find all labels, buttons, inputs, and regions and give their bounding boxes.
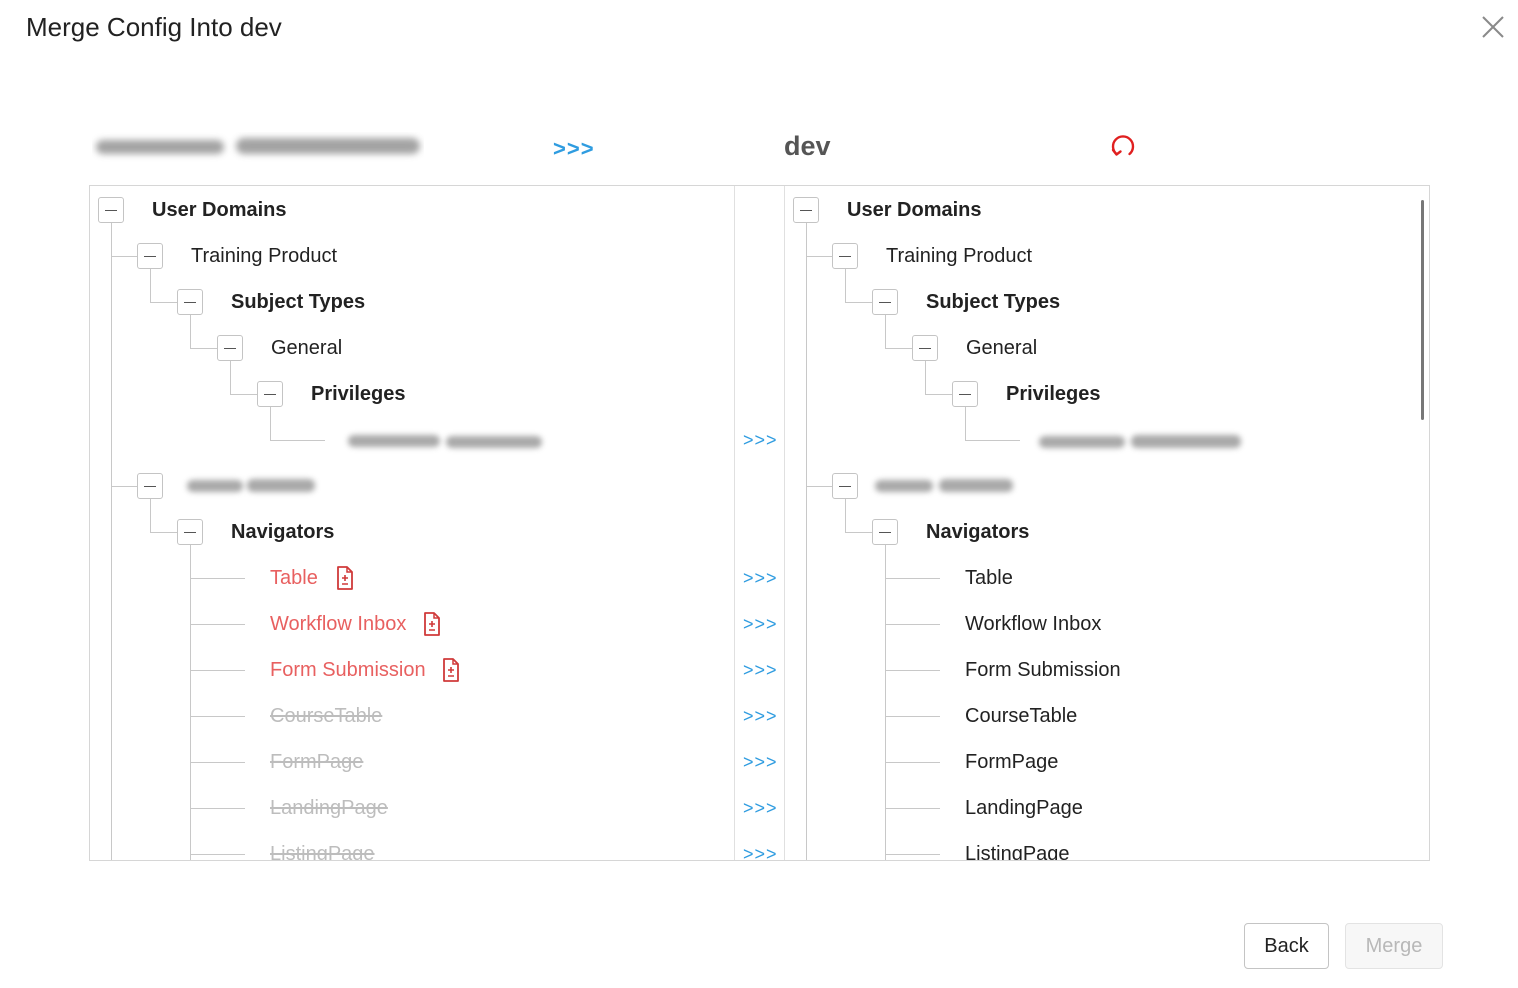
redacted-domain xyxy=(187,476,317,496)
tree-node-subject-types: Subject Types xyxy=(231,291,366,313)
collapse-redacted-domain[interactable] xyxy=(137,473,163,499)
dialog-title: Merge Config Into dev xyxy=(26,12,282,42)
document-diff-icon[interactable] xyxy=(335,566,355,590)
collapse-subject-types[interactable] xyxy=(177,289,203,315)
collapse-training-product[interactable] xyxy=(137,243,163,269)
collapse-privileges[interactable] xyxy=(257,381,283,407)
tree-item[interactable]: CourseTable xyxy=(270,704,382,728)
source-tree: User Domains Training Product Subject Ty… xyxy=(90,186,734,860)
tree-item: CourseTable xyxy=(965,705,1078,727)
collapse-general[interactable] xyxy=(217,335,243,361)
refresh-icon[interactable] xyxy=(1108,132,1138,162)
back-button[interactable]: Back xyxy=(1244,923,1329,969)
redacted-privilege xyxy=(1039,432,1243,452)
tree-node-user-domains: User Domains xyxy=(152,199,287,221)
tree-item[interactable]: ListingPage xyxy=(270,842,375,860)
document-diff-icon[interactable] xyxy=(422,612,442,636)
tree-node-training-product: Training Product xyxy=(886,245,1032,267)
merge-row-arrow[interactable]: >>> xyxy=(743,660,778,681)
merge-row-arrow[interactable]: >>> xyxy=(743,568,778,589)
collapse-general[interactable] xyxy=(912,335,938,361)
tree-node-general: General xyxy=(271,337,343,359)
collapse-subject-types[interactable] xyxy=(872,289,898,315)
collapse-user-domains[interactable] xyxy=(98,197,124,223)
close-icon[interactable] xyxy=(1478,12,1508,42)
merge-row-arrow[interactable]: >>> xyxy=(743,844,778,860)
tree-node-navigators: Navigators xyxy=(926,521,1030,543)
tree-node-privileges: Privileges xyxy=(311,383,406,405)
tree-node-navigators: Navigators xyxy=(231,521,335,543)
collapse-training-product[interactable] xyxy=(832,243,858,269)
collapse-redacted-domain[interactable] xyxy=(832,473,858,499)
tree-item[interactable]: Table xyxy=(270,566,318,590)
merge-row-arrow[interactable]: >>> xyxy=(743,752,778,773)
collapse-navigators[interactable] xyxy=(872,519,898,545)
merge-all-arrow[interactable]: >>> xyxy=(553,136,595,162)
tree-node-privileges: Privileges xyxy=(1006,383,1101,405)
tree-item: Table xyxy=(965,567,1013,589)
tree-item[interactable]: FormPage xyxy=(270,750,363,774)
merge-row-arrow[interactable]: >>> xyxy=(743,614,778,635)
tree-item: ListingPage xyxy=(965,843,1070,860)
tree-item[interactable]: Workflow Inbox xyxy=(270,612,406,636)
tree-item[interactable]: LandingPage xyxy=(270,796,388,820)
tree-item: LandingPage xyxy=(965,797,1083,819)
tree-item: Form Submission xyxy=(965,659,1121,681)
redacted-domain xyxy=(875,476,1015,496)
collapse-user-domains[interactable] xyxy=(793,197,819,223)
merge-button[interactable]: Merge xyxy=(1345,923,1443,969)
collapse-privileges[interactable] xyxy=(952,381,978,407)
target-branch-name: dev xyxy=(784,131,831,161)
target-tree: User Domains Training Product Subject Ty… xyxy=(785,186,1429,860)
redacted-privilege xyxy=(348,432,544,452)
merge-arrow-column: >>> >>> >>> >>> >>> >>> >>> >>> xyxy=(734,186,785,860)
merge-row-arrow[interactable]: >>> xyxy=(743,430,778,451)
merge-row-arrow[interactable]: >>> xyxy=(743,706,778,727)
tree-node-user-domains: User Domains xyxy=(847,199,982,221)
merge-row-arrow[interactable]: >>> xyxy=(743,798,778,819)
source-name-redacted xyxy=(96,138,420,154)
document-diff-icon[interactable] xyxy=(441,658,461,682)
target-tree-scrollbar[interactable] xyxy=(1421,200,1424,420)
tree-item[interactable]: Form Submission xyxy=(270,658,426,682)
collapse-navigators[interactable] xyxy=(177,519,203,545)
tree-node-general: General xyxy=(966,337,1038,359)
tree-node-subject-types: Subject Types xyxy=(926,291,1061,313)
tree-node-training-product: Training Product xyxy=(191,245,337,267)
tree-item: FormPage xyxy=(965,751,1059,773)
tree-item: Workflow Inbox xyxy=(965,613,1102,635)
